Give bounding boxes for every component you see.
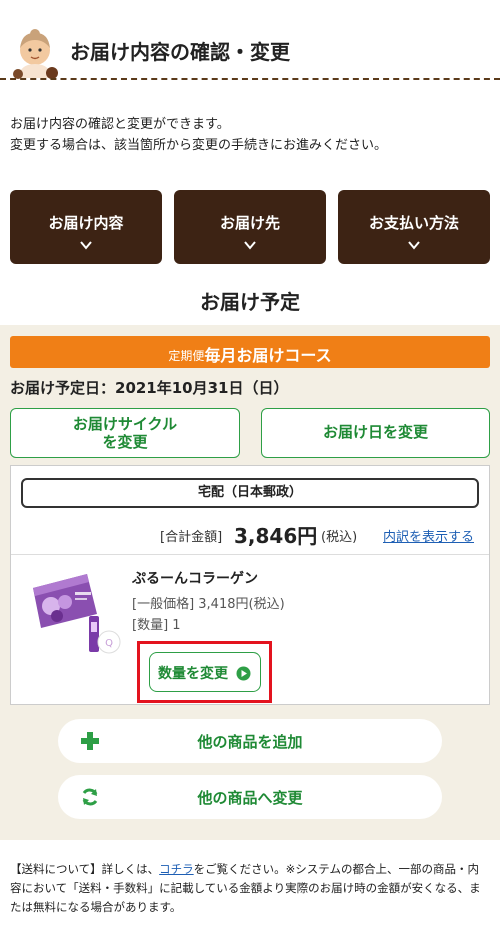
change-cycle-label-line2: を変更: [102, 433, 148, 451]
nav-delivery-contents-button[interactable]: お届け内容: [10, 190, 162, 264]
total-label: [合計金額]: [160, 530, 223, 545]
add-other-product-label: 他の商品を追加: [197, 733, 303, 751]
breakdown-link[interactable]: 内訳を表示する: [383, 526, 474, 545]
nav-delivery-contents-label: お届け内容: [48, 214, 124, 232]
change-date-button[interactable]: お届け日を変更: [261, 408, 490, 458]
course-banner: 定期便毎月お届けコース: [10, 336, 490, 368]
nav-payment-method-label: お支払い方法: [368, 214, 459, 232]
page-title: お届け内容の確認・変更: [70, 40, 290, 64]
total-value: 3,846円: [234, 524, 318, 548]
shipping-info-link[interactable]: コチラ: [159, 862, 194, 876]
header-divider: [0, 78, 500, 80]
card-divider: [11, 554, 489, 555]
footnote-prefix: 【送料について】詳しくは、: [10, 862, 160, 876]
product-price: [一般価格] 3,418円(税込): [132, 597, 285, 612]
nav-payment-method-button[interactable]: お支払い方法: [338, 190, 490, 264]
section-title: お届け予定: [200, 290, 300, 314]
nav-delivery-address-label: お届け先: [219, 214, 280, 232]
tax-label: (税込): [321, 530, 358, 545]
mascot-avatar-icon: [13, 29, 58, 79]
page-header: お届け内容の確認・変更: [0, 0, 500, 84]
change-date-label: お届け日を変更: [322, 423, 428, 441]
carrier-badge: 宅配（日本郵政）: [21, 478, 479, 508]
chevron-down-icon: [80, 241, 92, 250]
intro-line-1: お届け内容の確認と変更ができます。: [10, 117, 230, 132]
change-cycle-button[interactable]: お届けサイクル を変更: [10, 408, 240, 458]
chevron-down-icon: [244, 241, 256, 250]
nav-delivery-address-button[interactable]: お届け先: [174, 190, 326, 264]
change-cycle-label: お届けサイクル を変更: [11, 415, 239, 451]
add-other-product-button[interactable]: 他の商品を追加: [58, 719, 442, 763]
intro-line-2: 変更する場合は、該当箇所から変更の手続きにお進みください。: [10, 138, 388, 153]
product-name: ぷるーんコラーゲン: [132, 571, 258, 587]
change-other-product-button[interactable]: 他の商品へ変更: [58, 775, 442, 819]
change-quantity-button[interactable]: 数量を変更: [149, 652, 261, 692]
change-cycle-label-line1: お届けサイクル: [72, 415, 178, 433]
change-quantity-label: 数量を変更: [158, 666, 228, 682]
product-image: Q: [33, 574, 121, 654]
product-quantity: [数量] 1: [132, 618, 181, 633]
course-name: 毎月お届けコース: [204, 346, 332, 365]
change-other-product-label: 他の商品へ変更: [197, 789, 303, 807]
shipping-footnote: 【送料について】詳しくは、コチラをご覧ください。※システムの都合上、一部の商品・…: [10, 860, 490, 917]
course-prefix: 定期便: [168, 349, 205, 363]
chevron-down-icon: [408, 241, 420, 250]
play-circle-icon: [236, 666, 251, 681]
svg-text:Q: Q: [105, 638, 113, 649]
intro-text: お届け内容の確認と変更ができます。 変更する場合は、該当箇所から変更の手続きにお…: [10, 114, 490, 156]
delivery-date: お届け予定日：2021年10月31日（日）: [10, 379, 289, 397]
total-row: [合計金額] 3,846円 (税込) 内訳を表示する: [11, 518, 489, 548]
